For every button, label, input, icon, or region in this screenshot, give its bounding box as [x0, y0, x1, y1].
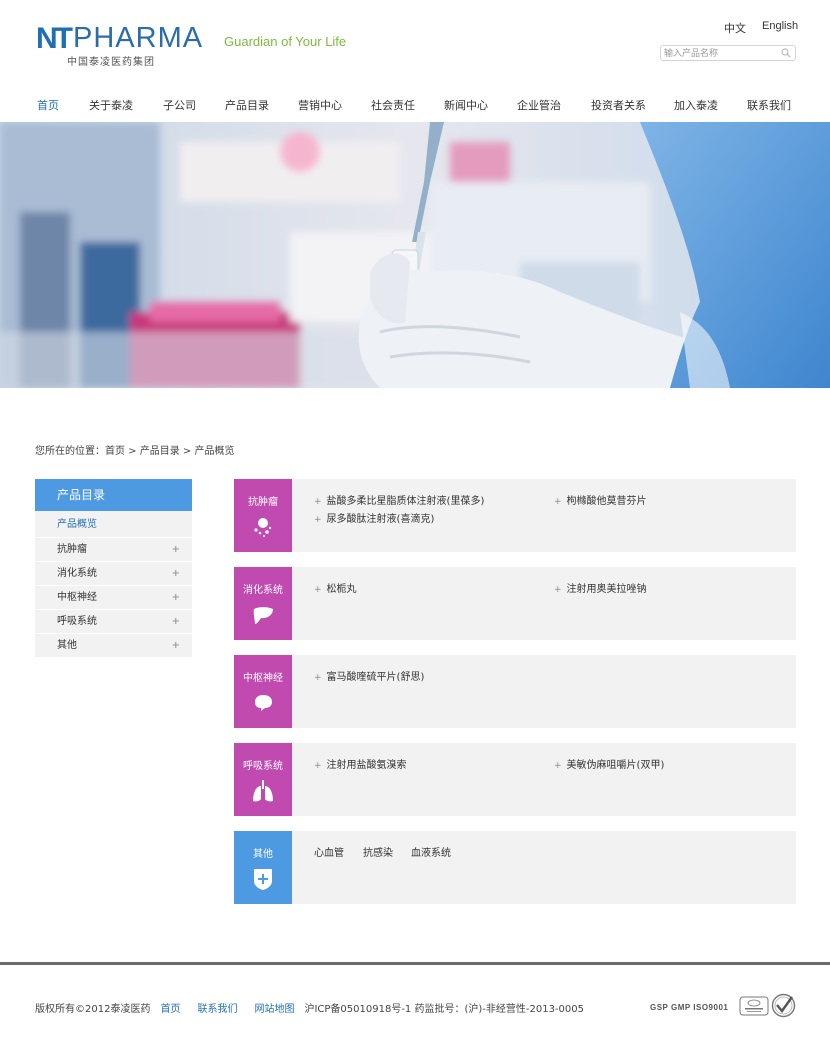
sidebar-title: 产品目录 — [35, 479, 192, 511]
nav-investors[interactable]: 投资者关系 — [591, 97, 646, 113]
category-header[interactable]: 抗肿瘤 — [234, 479, 292, 552]
category-other: 其他 心血管 抗感染 血液系统 — [234, 831, 796, 904]
expand-icon[interactable]: + — [172, 634, 180, 658]
logo-wordmark: PHARMA — [73, 22, 204, 54]
nav-about[interactable]: 关于泰凌 — [89, 97, 133, 113]
sidebar-item-respiratory[interactable]: 呼吸系统 + — [35, 610, 192, 634]
expand-icon[interactable]: + — [172, 610, 180, 634]
category-digestive: 消化系统 + 松栀丸 + 注射用奥美拉唑钠 — [234, 567, 796, 640]
category-header[interactable]: 中枢神经 — [234, 655, 292, 728]
product-link[interactable]: + 美敏伪麻咀嚼片(双甲) — [554, 756, 664, 771]
category-header[interactable]: 其他 — [234, 831, 292, 904]
expand-icon[interactable]: + — [172, 562, 180, 586]
check-cert-icon — [771, 993, 796, 1018]
slogan: Guardian of Your Life — [224, 34, 347, 49]
search-icon[interactable] — [781, 48, 791, 58]
product-link[interactable]: + 富马酸喹硫平片(舒思) — [314, 668, 424, 683]
footer-contact-link[interactable]: 联系我们 — [197, 1004, 237, 1015]
footer: 版权所有©2012泰凌医药 首页 联系我们 网站地图 沪ICP备05010918号-1 … — [35, 1000, 584, 1015]
nav-home[interactable]: 首页 — [37, 97, 59, 113]
search-input[interactable] — [661, 47, 773, 61]
brain-icon — [255, 695, 272, 711]
plus-shield-icon — [254, 869, 272, 890]
lang-chinese-link[interactable]: 中文 — [724, 20, 746, 36]
header: NT PHARMA 中国泰凌医药集团 Guardian of Your Life… — [0, 0, 830, 86]
category-header[interactable]: 呼吸系统 — [234, 743, 292, 816]
tuv-cert-icon — [739, 996, 769, 1016]
nav-news[interactable]: 新闻中心 — [444, 97, 488, 113]
expand-icon[interactable]: + — [172, 538, 180, 562]
nav-join[interactable]: 加入泰凌 — [674, 97, 718, 113]
subcategory-link[interactable]: 心血管 — [314, 844, 344, 859]
product-link[interactable]: + 盐酸多柔比星脂质体注射液(里葆多) — [314, 492, 484, 507]
nav-subsidiaries[interactable]: 子公司 — [163, 97, 196, 113]
footer-home-link[interactable]: 首页 — [160, 1004, 180, 1015]
liver-icon — [253, 607, 273, 624]
sidebar-item-digestive[interactable]: 消化系统 + — [35, 562, 192, 586]
nav-products[interactable]: 产品目录 — [225, 97, 269, 113]
product-link[interactable]: + 松栀丸 — [314, 580, 357, 595]
nav-contact[interactable]: 联系我们 — [747, 97, 791, 113]
breadcrumb: 您所在的位置：首页 > 产品目录 > 产品概览 — [35, 446, 235, 457]
nav-governance[interactable]: 企业管治 — [517, 97, 561, 113]
logo-subtitle: 中国泰凌医药集团 — [67, 57, 155, 68]
cells-icon — [254, 518, 272, 537]
search-box — [660, 45, 796, 61]
product-link[interactable]: + 枸橼酸他莫昔芬片 — [554, 492, 647, 507]
subcategory-link[interactable]: 抗感染 — [363, 844, 393, 859]
lab-photo — [0, 122, 830, 388]
logo-mark: NT — [36, 22, 73, 55]
sidebar-item-other[interactable]: 其他 + — [35, 634, 192, 658]
sidebar: 产品目录 产品概览 抗肿瘤 + 消化系统 + 中枢神经 + 呼吸系统 + 其他 + — [35, 479, 192, 658]
category-respiratory: 呼吸系统 + 注射用盐酸氨溴索 + 美敏伪麻咀嚼片(双甲) — [234, 743, 796, 816]
product-link[interactable]: + 注射用盐酸氨溴索 — [314, 756, 407, 771]
footer-sitemap-link[interactable]: 网站地图 — [254, 1004, 294, 1015]
category-oncology: 抗肿瘤 + 盐酸多柔比星脂质体注射液(里葆多) + 尿多酸肽注射液(喜滴克) + 枸橼… — [234, 479, 796, 552]
product-link[interactable]: + 尿多酸肽注射液(喜滴克) — [314, 510, 434, 525]
footer-divider — [0, 962, 830, 965]
logo[interactable]: NT PHARMA 中国泰凌医药集团 — [36, 20, 211, 68]
main-nav: 首页 关于泰凌 子公司 产品目录 营销中心 社会责任 新闻中心 企业管治 投资者… — [0, 94, 830, 114]
certification-text: GSP GMP ISO9001 — [650, 1003, 729, 1012]
sidebar-item-oncology[interactable]: 抗肿瘤 + — [35, 538, 192, 562]
lungs-icon — [253, 780, 273, 802]
sidebar-item-cns[interactable]: 中枢神经 + — [35, 586, 192, 610]
expand-icon[interactable]: + — [172, 586, 180, 610]
nav-csr[interactable]: 社会责任 — [371, 97, 415, 113]
category-header[interactable]: 消化系统 — [234, 567, 292, 640]
nav-marketing[interactable]: 营销中心 — [298, 97, 342, 113]
copyright: 版权所有©2012泰凌医药 — [35, 1004, 151, 1015]
subcategory-link[interactable]: 血液系统 — [411, 844, 451, 859]
product-link[interactable]: + 注射用奥美拉唑钠 — [554, 580, 647, 595]
icp-license: 沪ICP备05010918号-1 药监批号：(沪)-非经营性-2013-0005 — [304, 1004, 584, 1015]
hero-banner — [0, 122, 830, 388]
lang-english-link[interactable]: English — [762, 20, 798, 32]
sidebar-item-overview[interactable]: 产品概览 — [35, 511, 192, 538]
category-cns: 中枢神经 + 富马酸喹硫平片(舒思) — [234, 655, 796, 728]
